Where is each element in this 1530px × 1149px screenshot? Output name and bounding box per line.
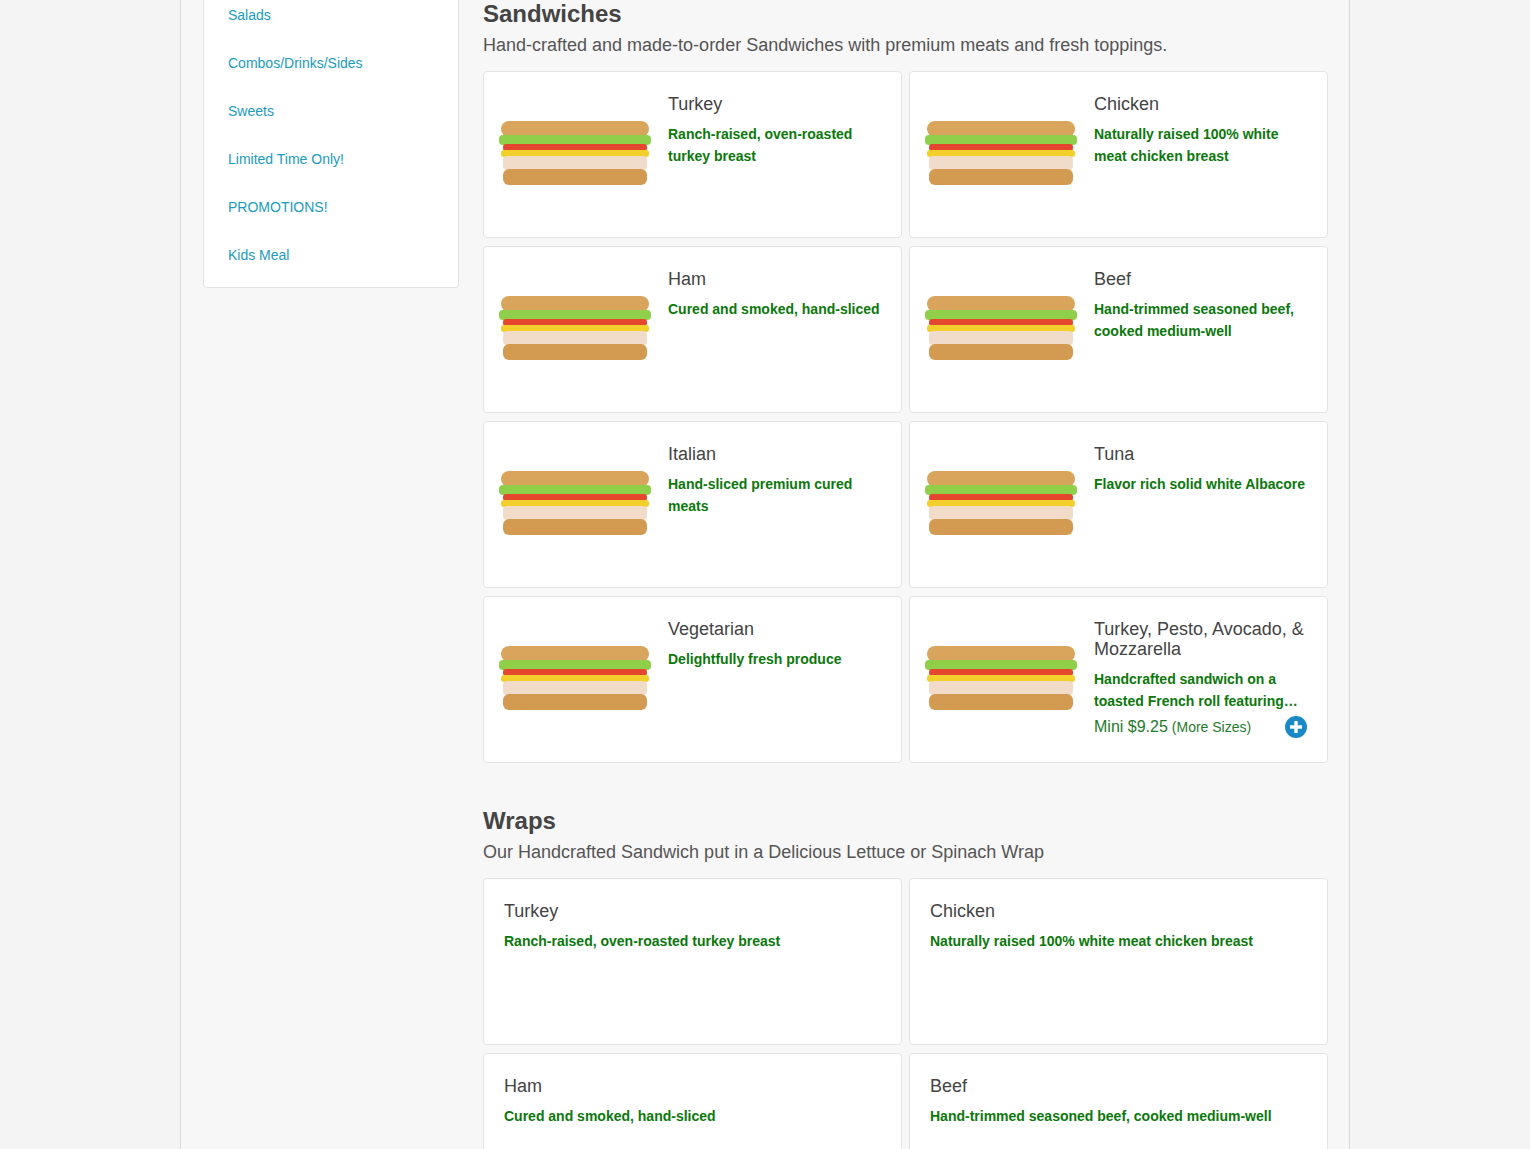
item-grid: Turkey Ranch-raised, oven-roasted turkey …: [483, 878, 1328, 1149]
sandwich-photo-icon: [923, 290, 1079, 370]
sidebar-item[interactable]: Combos/Drinks/Sides: [228, 53, 434, 73]
sandwich-photo-icon: [923, 465, 1079, 545]
item-name: Beef: [1094, 269, 1307, 289]
sandwich-photo-icon: [497, 290, 653, 370]
item-grid: Turkey Ranch-raised, oven-roasted turkey …: [483, 71, 1328, 763]
menu-item-card[interactable]: Chicken Naturally raised 100% white meat …: [909, 878, 1328, 1045]
menu-item-card[interactable]: Ham Cured and smoked, hand-sliced: [483, 246, 902, 413]
item-info: Turkey Ranch-raised, oven-roasted turkey …: [504, 901, 881, 1022]
item-description: Naturally raised 100% white meat chicken…: [930, 930, 1307, 952]
add-icon: [1285, 716, 1307, 738]
item-info: Ham Cured and smoked, hand-sliced: [504, 1076, 881, 1149]
section-subtitle: Hand-crafted and made-to-order Sandwiche…: [483, 33, 1328, 57]
menu-item-card[interactable]: Beef Hand-trimmed seasoned beef, cooked m…: [909, 1053, 1328, 1149]
item-name: Ham: [504, 1076, 881, 1096]
item-photo: [496, 269, 654, 390]
section-title: Wraps: [483, 807, 1328, 835]
menu-item-card[interactable]: Turkey, Pesto, Avocado, & Mozzarella Hand…: [909, 596, 1328, 763]
item-name: Chicken: [1094, 94, 1307, 114]
item-info: Tuna Flavor rich solid white Albacore: [1094, 444, 1307, 571]
menu-item-card[interactable]: Beef Hand-trimmed seasoned beef, cooked m…: [909, 246, 1328, 413]
add-button[interactable]: [1285, 716, 1307, 738]
page: Salads Combos/Drinks/Sides Sweets Limited T…: [180, 0, 1350, 1149]
item-name: Turkey: [668, 94, 881, 114]
item-photo: [922, 269, 1080, 390]
sidebar-item[interactable]: Sweets: [228, 101, 434, 121]
menu-item-card[interactable]: Turkey Ranch-raised, oven-roasted turkey …: [483, 878, 902, 1045]
sandwich-photo-icon: [923, 640, 1079, 720]
item-photo: [922, 94, 1080, 215]
item-name: Italian: [668, 444, 881, 464]
item-info: Beef Hand-trimmed seasoned beef, cooked m…: [930, 1076, 1307, 1149]
menu-item-card[interactable]: Ham Cured and smoked, hand-sliced: [483, 1053, 902, 1149]
item-info: Italian Hand-sliced premium cured meats: [668, 444, 881, 571]
item-info: Chicken Naturally raised 100% white meat …: [930, 901, 1307, 1022]
menu-item-card[interactable]: Italian Hand-sliced premium cured meats: [483, 421, 902, 588]
item-info: Chicken Naturally raised 100% white meat …: [1094, 94, 1307, 221]
item-description: Handcrafted sandwich on a toasted French…: [1094, 668, 1307, 712]
menu-item-card[interactable]: Tuna Flavor rich solid white Albacore: [909, 421, 1328, 588]
item-description: Cured and smoked, hand-sliced: [668, 298, 881, 320]
item-name: Turkey: [504, 901, 881, 921]
item-price: Mini $9.25: [1094, 718, 1168, 735]
section-title: Sandwiches: [483, 0, 1328, 28]
item-photo: [922, 619, 1080, 740]
item-photo: [496, 619, 654, 740]
item-description: Hand-trimmed seasoned beef, cooked mediu…: [1094, 298, 1307, 342]
sandwich-photo-icon: [497, 465, 653, 545]
item-name: Chicken: [930, 901, 1307, 921]
item-description: Ranch-raised, oven-roasted turkey breast: [504, 930, 881, 952]
item-description: Hand-trimmed seasoned beef, cooked mediu…: [930, 1105, 1307, 1127]
sandwich-photo-icon: [497, 115, 653, 195]
sidebar-item[interactable]: PROMOTIONS!: [228, 197, 434, 217]
sandwich-photo-icon: [497, 640, 653, 720]
item-name: Ham: [668, 269, 881, 289]
more-sizes[interactable]: (More Sizes): [1172, 719, 1251, 735]
item-description: Hand-sliced premium cured meats: [668, 473, 881, 517]
item-photo: [496, 94, 654, 215]
item-name: Vegetarian: [668, 619, 881, 639]
item-name: Beef: [930, 1076, 1307, 1096]
item-info: Beef Hand-trimmed seasoned beef, cooked m…: [1094, 269, 1307, 396]
item-description: Flavor rich solid white Albacore: [1094, 473, 1307, 495]
item-info: Turkey, Pesto, Avocado, & Mozzarella Hand…: [1094, 619, 1307, 746]
menu-item-card[interactable]: Vegetarian Delightfully fresh produce: [483, 596, 902, 763]
item-description: Delightfully fresh produce: [668, 648, 881, 670]
price-row: Mini $9.25(More Sizes): [1094, 716, 1307, 738]
item-info: Vegetarian Delightfully fresh produce: [668, 619, 881, 746]
section-subtitle: Our Handcrafted Sandwich put in a Delici…: [483, 840, 1328, 864]
menu-section: Sandwiches Hand-crafted and made-to-order…: [483, 0, 1328, 763]
item-description: Naturally raised 100% white meat chicken…: [1094, 123, 1307, 167]
item-name: Tuna: [1094, 444, 1307, 464]
item-description: Ranch-raised, oven-roasted turkey breast: [668, 123, 881, 167]
item-description: Cured and smoked, hand-sliced: [504, 1105, 881, 1127]
sidebar-item[interactable]: Limited Time Only!: [228, 149, 434, 169]
item-info: Turkey Ranch-raised, oven-roasted turkey …: [668, 94, 881, 221]
menu-item-card[interactable]: Chicken Naturally raised 100% white meat …: [909, 71, 1328, 238]
item-photo: [922, 444, 1080, 565]
menu-section: Wraps Our Handcrafted Sandwich put in a D…: [483, 807, 1328, 1149]
menu-content: Sandwiches Hand-crafted and made-to-order…: [483, 0, 1328, 1149]
item-info: Ham Cured and smoked, hand-sliced: [668, 269, 881, 396]
sidebar-item[interactable]: Salads: [228, 5, 434, 25]
sandwich-photo-icon: [923, 115, 1079, 195]
item-photo: [496, 444, 654, 565]
sidebar-item[interactable]: Kids Meal: [228, 245, 434, 265]
menu-item-card[interactable]: Turkey Ranch-raised, oven-roasted turkey …: [483, 71, 902, 238]
item-name: Turkey, Pesto, Avocado, & Mozzarella: [1094, 619, 1307, 659]
category-sidebar: Salads Combos/Drinks/Sides Sweets Limited T…: [203, 0, 459, 288]
